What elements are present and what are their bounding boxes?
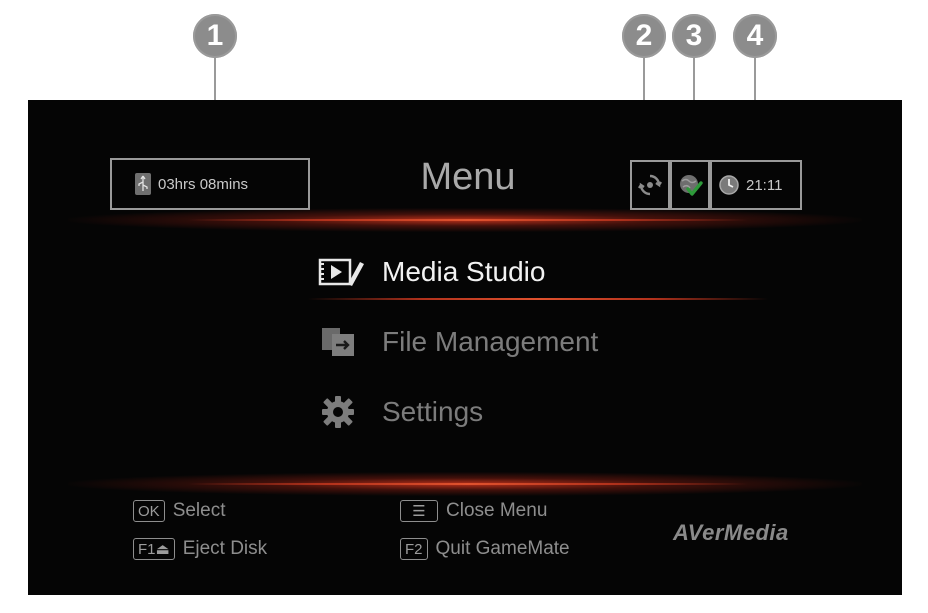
- menu-item-label: Media Studio: [382, 256, 546, 287]
- f2-key-icon: F2: [400, 538, 428, 560]
- menu-key-icon: ☰: [400, 500, 438, 522]
- callout-marker-2: 2: [622, 14, 666, 58]
- menu-item-settings[interactable]: Settings: [318, 394, 483, 430]
- ok-key-icon: OK: [133, 500, 165, 522]
- callout-marker-1: 1: [193, 14, 237, 58]
- sync-status: [630, 160, 670, 210]
- menu-item-label: File Management: [382, 326, 599, 357]
- gear-icon: [318, 394, 366, 430]
- hint-label: Quit GameMate: [435, 538, 570, 559]
- network-connected-icon: [677, 172, 703, 198]
- hint-label: Select: [172, 500, 226, 521]
- menu-item-media-studio[interactable]: Media Studio: [318, 254, 545, 290]
- header-glow-line: [188, 219, 748, 221]
- clock-time-text: 21:11: [746, 176, 783, 194]
- media-studio-icon: [318, 254, 366, 290]
- hint-eject-disk: F1⏏ Eject Disk: [133, 538, 267, 560]
- clock-icon: [718, 174, 740, 196]
- f1-eject-key-icon: F1⏏: [133, 538, 175, 560]
- hint-label: Close Menu: [446, 500, 548, 521]
- file-transfer-icon: [318, 324, 366, 360]
- callout-marker-3: 3: [672, 14, 716, 58]
- network-status: [670, 160, 710, 210]
- usb-drive-icon: [134, 172, 152, 196]
- brand-logo: AVerMedia: [673, 520, 789, 545]
- recording-time-text: 03hrs 08mins: [158, 175, 249, 193]
- page-title: Menu: [420, 156, 516, 198]
- hint-select: OK Select: [133, 500, 226, 522]
- footer-glow-line: [188, 483, 748, 485]
- hint-close-menu: ☰ Close Menu: [400, 500, 547, 522]
- clock-status: 21:11: [710, 160, 802, 210]
- recording-time-status: 03hrs 08mins: [110, 158, 310, 210]
- hint-label: Eject Disk: [182, 538, 268, 559]
- selected-item-underline: [308, 298, 768, 300]
- menu-screen: 03hrs 08mins Menu 21:11 Media Studio Fil…: [28, 100, 902, 595]
- menu-item-file-management[interactable]: File Management: [318, 324, 598, 360]
- hint-quit-gamemate: F2 Quit GameMate: [400, 538, 570, 560]
- sync-icon: [637, 172, 663, 198]
- callout-marker-4: 4: [733, 14, 777, 58]
- menu-item-label: Settings: [382, 396, 484, 427]
